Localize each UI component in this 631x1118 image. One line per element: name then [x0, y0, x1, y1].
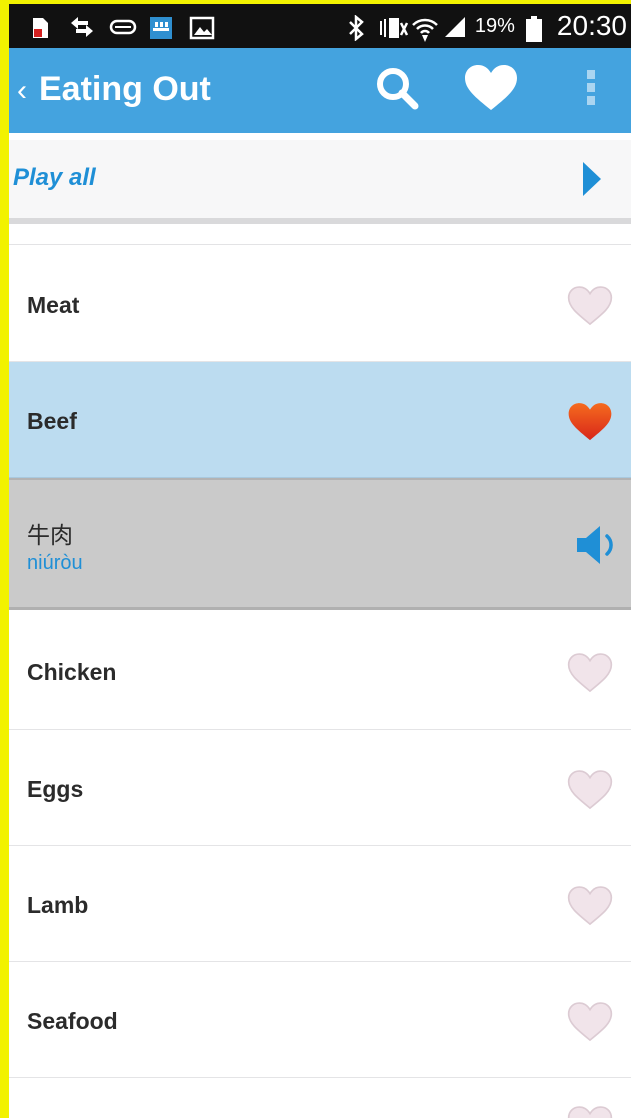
heart-icon[interactable]	[567, 1106, 613, 1118]
battery-percent: 19%	[474, 14, 515, 37]
list-item-label: Eggs	[27, 776, 84, 802]
play-arrow-icon[interactable]	[581, 160, 603, 203]
heart-icon[interactable]	[567, 286, 613, 326]
expanded-translation-panel: 牛肉 niúròu	[9, 478, 631, 610]
list-item[interactable]: Eggs	[9, 730, 631, 846]
list-item-label: Meat	[27, 292, 80, 318]
list-item[interactable]: Meat	[9, 246, 631, 362]
speaker-icon[interactable]	[573, 524, 621, 566]
search-button[interactable]	[361, 48, 433, 133]
rtl-app-icon	[149, 16, 172, 39]
list-item[interactable]: Lamb	[9, 846, 631, 962]
status-bar: 19% 20:30	[9, 4, 631, 48]
list-item-label: Beef	[27, 408, 77, 434]
battery-icon	[525, 15, 547, 42]
heart-icon[interactable]	[567, 1002, 613, 1042]
status-system-icons: 19% 20:30	[347, 10, 627, 42]
list-item-label: Chicken	[27, 659, 117, 685]
app-bar: ‹ Eating Out	[9, 48, 631, 133]
app-screen: 19% 20:30 ‹ Eating Out Play all Meat Bee…	[9, 4, 631, 1118]
list-top-divider	[9, 244, 631, 245]
play-all-bar[interactable]: Play all	[9, 140, 631, 218]
heart-icon	[463, 64, 519, 117]
list-item-selected[interactable]: Beef	[9, 362, 631, 478]
heart-filled-icon[interactable]	[567, 402, 613, 442]
overflow-menu-icon	[585, 68, 597, 113]
image-icon	[189, 16, 215, 40]
list-item[interactable]: Chicken	[9, 613, 631, 730]
frame-border-left	[0, 0, 9, 1118]
favorites-button[interactable]	[455, 48, 527, 133]
signal-icon	[443, 15, 465, 37]
usb-icon	[109, 16, 137, 38]
play-all-divider	[9, 218, 631, 224]
pinyin-text: niúròu	[27, 552, 83, 574]
back-chevron-icon[interactable]: ‹	[17, 74, 27, 108]
play-all-label: Play all	[13, 164, 96, 191]
status-notification-icons	[29, 14, 215, 40]
heart-icon[interactable]	[567, 770, 613, 810]
list-item-partial[interactable]	[9, 1078, 631, 1118]
chinese-characters: 牛肉	[27, 523, 73, 549]
bluetooth-icon	[347, 14, 369, 42]
page-title[interactable]: Eating Out	[39, 70, 211, 109]
list-item-label: Lamb	[27, 892, 89, 918]
heart-icon[interactable]	[567, 653, 613, 693]
list-item[interactable]: Seafood	[9, 962, 631, 1078]
clock: 20:30	[556, 10, 627, 41]
wifi-icon	[411, 15, 438, 42]
sim-card-icon	[29, 16, 51, 38]
search-icon	[374, 65, 420, 116]
heart-icon[interactable]	[567, 886, 613, 926]
data-transfer-icon	[69, 16, 93, 38]
overflow-menu-button[interactable]	[555, 48, 627, 133]
vibrate-icon	[379, 15, 409, 38]
list-item-label: Seafood	[27, 1008, 118, 1034]
